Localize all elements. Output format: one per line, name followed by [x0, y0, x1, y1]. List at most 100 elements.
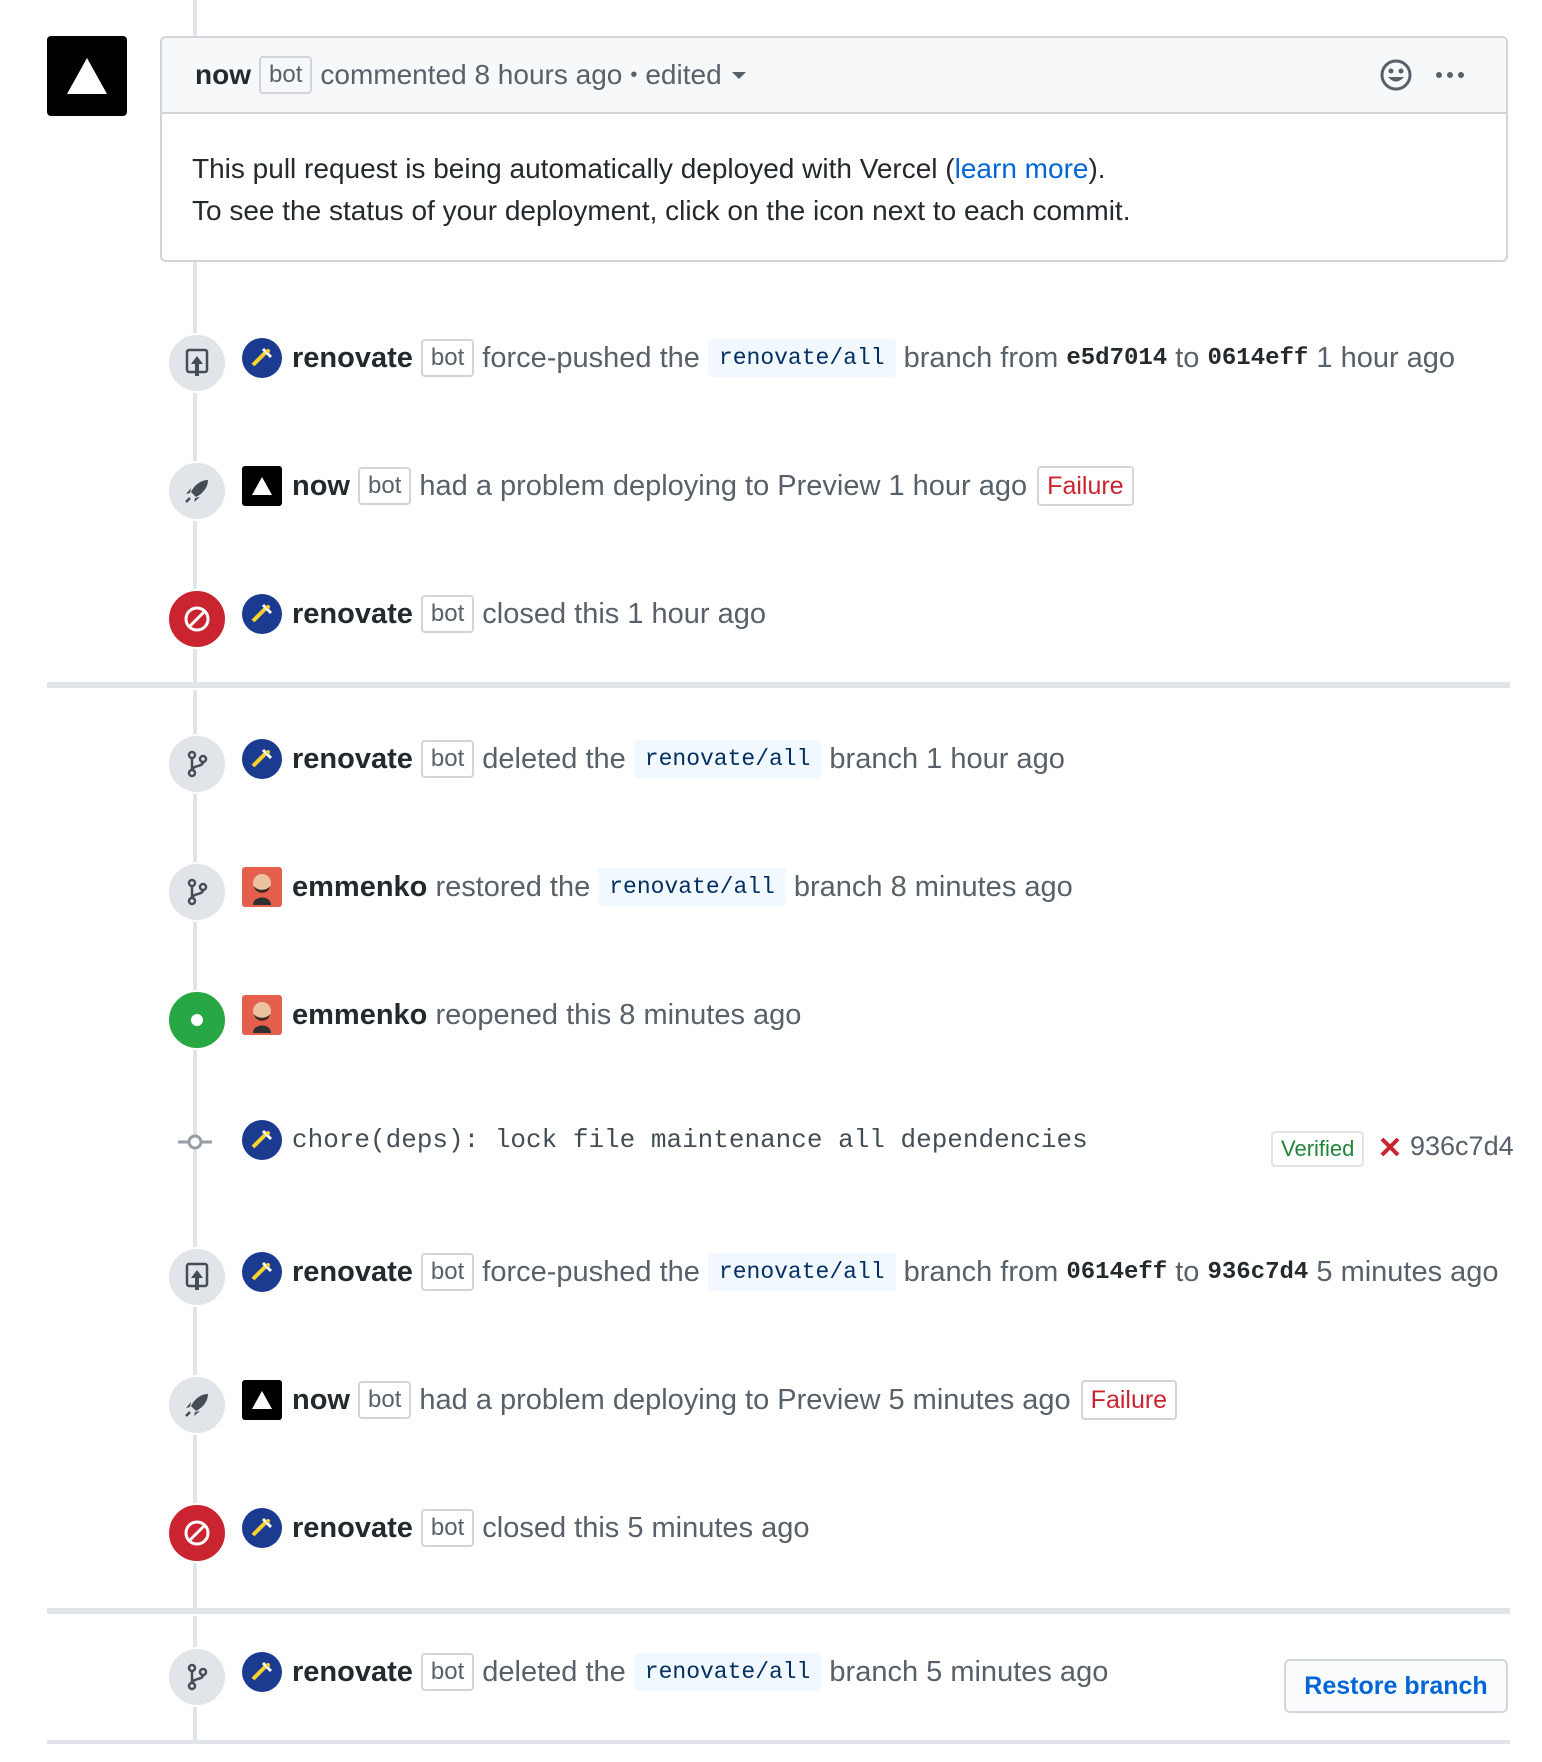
git-branch-icon [187, 750, 208, 778]
repo-push-icon [185, 1262, 209, 1290]
bot-badge: bot [358, 467, 412, 505]
event-text: restored the [435, 870, 591, 903]
timeline-event: emmenko restored the renovate/all branch… [242, 867, 1073, 907]
emmenko-avatar[interactable] [242, 995, 282, 1035]
bot-badge: bot [420, 740, 475, 778]
actor-name[interactable]: renovate [292, 1656, 413, 1689]
branch-name[interactable]: renovate/all [707, 1253, 896, 1291]
failure-status-badge[interactable]: Failure [1037, 466, 1134, 506]
comment-action[interactable]: commented 8 hours ago [320, 59, 622, 91]
bot-badge: bot [420, 1653, 475, 1691]
commit-message[interactable]: chore(deps): lock file maintenance all d… [292, 1125, 1088, 1155]
event-text: had a problem deploying to Preview 5 min… [419, 1383, 1071, 1416]
event-text: to [1175, 1255, 1200, 1288]
comment-text: This pull request is being automatically… [192, 153, 955, 184]
renovate-avatar[interactable] [242, 739, 282, 779]
event-text: had a problem deploying to Preview 1 hou… [419, 469, 1028, 502]
event-text: branch from [903, 1255, 1059, 1288]
event-text: deleted the [482, 742, 626, 775]
event-text: branch 1 hour ago [829, 742, 1065, 775]
event-text: force-pushed the [482, 1255, 700, 1288]
commit-sha[interactable]: 0614eff [1208, 345, 1309, 372]
comment-body: This pull request is being automatically… [162, 114, 1506, 266]
comment-text: To see the status of your deployment, cl… [192, 195, 1131, 226]
actor-name[interactable]: renovate [292, 1256, 413, 1289]
actor-name[interactable]: now [292, 470, 350, 503]
event-text: force-pushed the [482, 341, 700, 374]
timeline-event: renovate bot deleted the renovate/all br… [242, 1652, 1108, 1692]
closed-icon-node [167, 1503, 227, 1563]
timestamp[interactable]: 5 minutes ago [1316, 1256, 1498, 1289]
circle-slash-icon [184, 1520, 210, 1546]
actor-name[interactable]: renovate [292, 598, 413, 631]
actor-name[interactable]: renovate [292, 743, 413, 776]
event-text: branch 8 minutes ago [793, 870, 1073, 903]
commit-sha[interactable]: 936c7d4 [1208, 1259, 1309, 1286]
git-commit-icon [176, 1132, 214, 1157]
verified-badge[interactable]: Verified [1271, 1131, 1365, 1167]
timeline-separator [47, 1740, 1510, 1744]
actor-name[interactable]: renovate [292, 342, 413, 375]
rocket-icon-node [167, 461, 227, 521]
actor-name[interactable]: now [292, 1384, 350, 1417]
commit-sha[interactable]: 0614eff [1066, 1259, 1167, 1286]
ellipsis-icon[interactable] [1434, 60, 1466, 97]
branch-icon-node [167, 734, 227, 794]
renovate-avatar[interactable] [242, 1120, 282, 1160]
now-avatar[interactable] [242, 466, 282, 506]
event-text: deleted the [482, 1655, 626, 1688]
failure-status-badge[interactable]: Failure [1080, 1380, 1178, 1420]
timeline-separator [47, 1608, 1510, 1614]
circle-slash-icon [184, 606, 210, 632]
event-text: to [1175, 341, 1200, 374]
comment-box: now bot commented 8 hours ago • edited T… [160, 36, 1508, 262]
rocket-icon [185, 480, 208, 503]
git-branch-icon [187, 878, 208, 906]
bot-badge: bot [259, 56, 313, 94]
git-branch-icon [187, 1663, 208, 1691]
bot-badge: bot [420, 595, 475, 633]
comment-author[interactable]: now [195, 59, 251, 91]
push-icon-node [167, 1247, 227, 1307]
timeline-separator [47, 682, 1510, 688]
smiley-icon[interactable] [1379, 58, 1413, 99]
emmenko-avatar[interactable] [242, 867, 282, 907]
branch-name[interactable]: renovate/all [707, 339, 896, 377]
x-icon[interactable] [1378, 1135, 1402, 1159]
now-avatar[interactable] [242, 1380, 282, 1420]
edited-dropdown[interactable]: edited [645, 59, 747, 91]
timeline-event: renovate bot force-pushed the renovate/a… [242, 338, 1455, 378]
actor-name[interactable]: renovate [292, 1512, 413, 1545]
timestamp[interactable]: 1 hour ago [1316, 342, 1455, 375]
actor-name[interactable]: emmenko [292, 871, 427, 904]
timeline-event: renovate bot deleted the renovate/all br… [242, 739, 1065, 779]
bot-badge: bot [358, 1381, 412, 1419]
actor-name[interactable]: emmenko [292, 999, 427, 1032]
commit-sha[interactable]: 936c7d4 [1410, 1131, 1514, 1162]
branch-icon-node [167, 862, 227, 922]
restore-branch-button[interactable]: Restore branch [1284, 1659, 1508, 1713]
renovate-avatar[interactable] [242, 1652, 282, 1692]
now-avatar[interactable] [47, 36, 127, 116]
bot-badge: bot [420, 1509, 475, 1547]
rocket-icon [185, 1394, 208, 1417]
branch-name[interactable]: renovate/all [633, 740, 822, 778]
timeline-event: renovate bot force-pushed the renovate/a… [242, 1252, 1499, 1292]
event-text: reopened this 8 minutes ago [435, 998, 802, 1031]
renovate-avatar[interactable] [242, 1252, 282, 1292]
commit-status: 936c7d4 [1378, 1131, 1514, 1162]
commit-row: chore(deps): lock file maintenance all d… [242, 1120, 1088, 1160]
timeline-event: emmenko reopened this 8 minutes ago [242, 995, 801, 1035]
rocket-icon-node [167, 1375, 227, 1435]
bot-badge: bot [420, 1253, 475, 1291]
commit-sha[interactable]: e5d7014 [1066, 345, 1167, 372]
renovate-avatar[interactable] [242, 338, 282, 378]
event-text: closed this 1 hour ago [482, 597, 767, 630]
dot-separator: • [630, 63, 638, 86]
renovate-avatar[interactable] [242, 594, 282, 634]
renovate-avatar[interactable] [242, 1508, 282, 1548]
branch-name[interactable]: renovate/all [633, 1653, 822, 1691]
learn-more-link[interactable]: learn more [955, 153, 1089, 184]
branch-name[interactable]: renovate/all [598, 868, 786, 906]
caret-down-icon [731, 72, 746, 79]
